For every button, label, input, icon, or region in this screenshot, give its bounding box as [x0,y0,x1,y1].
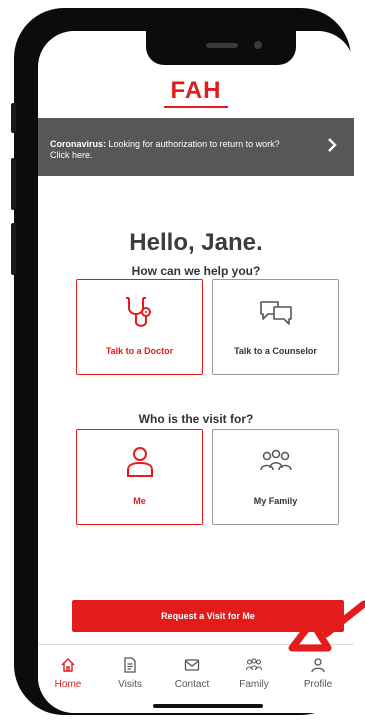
tab-contact[interactable]: Contact [162,657,222,690]
talk-to-counselor-label: Talk to a Counselor [234,346,317,356]
chat-bubbles-icon [213,294,338,335]
document-icon [100,657,160,673]
talk-to-doctor-card[interactable]: Talk to a Doctor [76,279,203,375]
home-icon [38,657,98,673]
visit-question: Who is the visit for? [138,412,254,426]
talk-to-doctor-label: Talk to a Doctor [105,346,174,356]
logo-underline [164,106,228,108]
coronavirus-banner[interactable]: Coronavirus: Looking for authorization t… [38,118,354,176]
notch [146,31,296,65]
family-icon [213,444,338,485]
tab-visits[interactable]: Visits [100,657,160,690]
my-family-card[interactable]: My Family [212,429,339,525]
annotation-arrow [280,598,365,663]
family-icon [224,657,284,673]
banner-text: Coronavirus: Looking for authorization t… [50,139,290,161]
person-icon [77,444,202,485]
envelope-icon [162,657,222,673]
tab-visits-label: Visits [118,679,142,690]
side-button-volume-up [11,158,16,210]
side-button-top [11,103,16,133]
tab-family[interactable]: Family [224,657,284,690]
tab-home[interactable]: Home [38,657,98,690]
greeting-title: Hello, Jane. [129,229,263,256]
side-button-volume-down [11,223,16,275]
stethoscope-icon [77,294,202,335]
speaker [206,43,238,48]
brand-logo: FAH [170,77,222,104]
me-card[interactable]: Me [76,429,203,525]
greeting-subtitle: How can we help you? [131,264,261,278]
banner-bold-label: Coronavirus: [50,139,107,149]
tab-family-label: Family [239,679,269,690]
talk-to-counselor-card[interactable]: Talk to a Counselor [212,279,339,375]
me-label: Me [133,496,146,506]
camera [254,41,262,49]
home-indicator [153,704,263,708]
tab-contact-label: Contact [174,679,210,690]
tab-profile-label: Profile [303,679,333,690]
my-family-label: My Family [253,496,298,506]
tab-home-label: Home [54,679,82,690]
chevron-right-icon[interactable] [326,136,338,159]
